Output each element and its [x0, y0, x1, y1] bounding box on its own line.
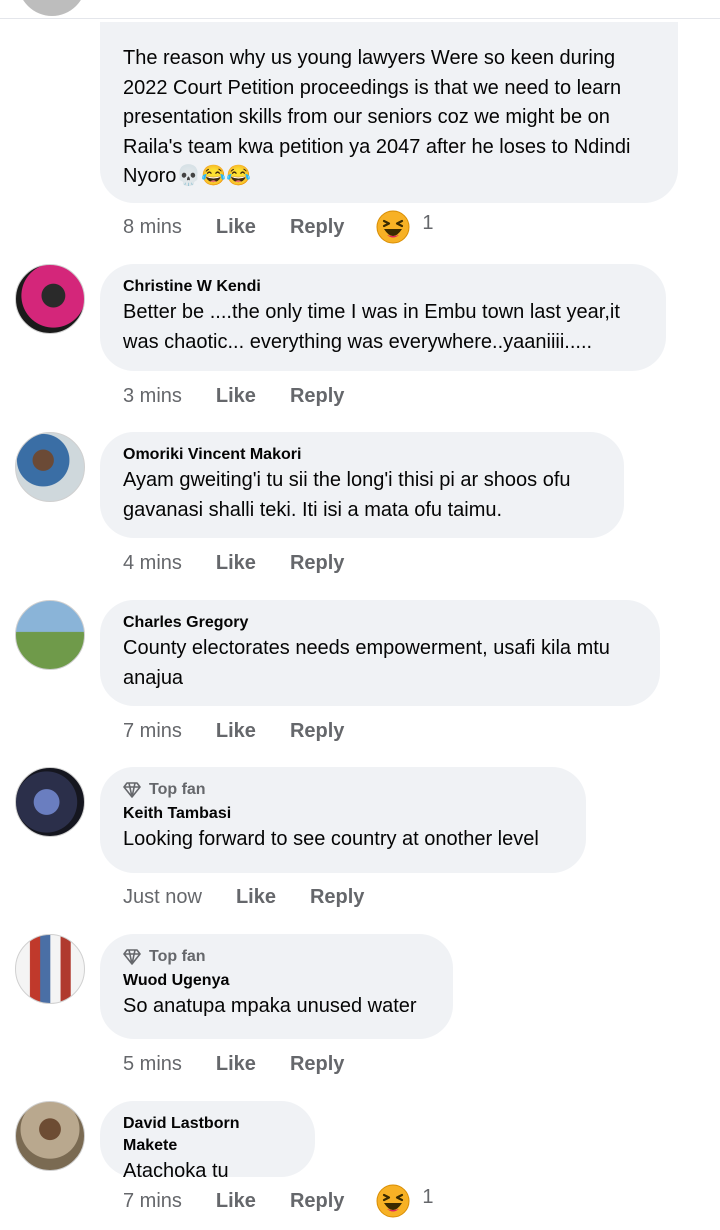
reply-button[interactable]: Reply: [290, 1053, 344, 1076]
top-divider: [0, 0, 720, 19]
author-name[interactable]: Keith Tambasi: [123, 803, 563, 825]
diamond-icon: [123, 949, 141, 965]
comment-actions: Just now Like Reply: [123, 882, 398, 912]
comment-bubble: Top fan Keith Tambasi Looking forward to…: [100, 767, 586, 873]
like-button[interactable]: Like: [216, 216, 256, 239]
reaction-count: 1: [422, 211, 434, 234]
top-fan-badge: Top fan: [123, 777, 563, 803]
comment-actions: 7 mins Like Reply 1: [123, 1184, 434, 1218]
avatar[interactable]: [15, 600, 85, 670]
laughing-face-icon: [376, 210, 410, 244]
comment-actions: 3 mins Like Reply: [123, 381, 378, 411]
comment-actions: 4 mins Like Reply: [123, 548, 378, 578]
reply-button[interactable]: Reply: [290, 720, 344, 743]
timestamp: 7 mins: [123, 1189, 182, 1212]
comment-bubble: Charles Gregory County electorates needs…: [100, 600, 660, 706]
laughing-face-icon: [376, 1184, 410, 1218]
like-button[interactable]: Like: [216, 1190, 256, 1213]
like-button[interactable]: Like: [216, 385, 256, 408]
comment-text: So anatupa mpaka unused water: [123, 995, 417, 1017]
comment-text: Looking forward to see country at onothe…: [123, 828, 539, 850]
reaction-summary[interactable]: 1: [376, 210, 434, 244]
comment-bubble: Omoriki Vincent Makori Ayam gweiting'i t…: [100, 432, 624, 538]
comment-actions: 5 mins Like Reply: [123, 1049, 378, 1079]
author-name[interactable]: Wuod Ugenya: [123, 970, 430, 992]
comment-actions: 8 mins Like Reply 1: [123, 210, 434, 244]
comment-bubble: Top fan Wuod Ugenya So anatupa mpaka unu…: [100, 934, 453, 1039]
comment-text: Ayam gweiting'i tu sii the long'i thisi …: [123, 469, 571, 521]
comment-text: Better be ....the only time I was in Emb…: [123, 301, 620, 353]
emoji: 💀😂😂: [176, 165, 252, 187]
timestamp: 4 mins: [123, 551, 182, 574]
reply-button[interactable]: Reply: [290, 216, 344, 239]
comment-bubble: David Lastborn Makete Atachoka tu: [100, 1101, 315, 1182]
author-name[interactable]: David Lastborn Makete: [123, 1113, 292, 1157]
reaction-summary[interactable]: 1: [376, 1184, 434, 1218]
author-name[interactable]: Omoriki Vincent Makori: [123, 444, 601, 466]
like-button[interactable]: Like: [216, 1053, 256, 1076]
reply-button[interactable]: Reply: [310, 886, 364, 909]
like-button[interactable]: Like: [216, 720, 256, 743]
avatar[interactable]: [15, 264, 85, 334]
comment-bubble: Christine W Kendi Better be ....the only…: [100, 264, 666, 371]
diamond-icon: [123, 782, 141, 798]
reply-button[interactable]: Reply: [290, 552, 344, 575]
comment-actions: 7 mins Like Reply: [123, 716, 378, 746]
comment-text: County electorates needs empowerment, us…: [123, 637, 610, 689]
author-name[interactable]: Christine W Kendi: [123, 276, 643, 298]
comment-text: Atachoka tu: [123, 1160, 229, 1182]
badge-label: Top fan: [149, 948, 206, 965]
reaction-count: 1: [422, 1185, 434, 1208]
avatar[interactable]: [15, 767, 85, 837]
reply-button[interactable]: Reply: [290, 1190, 344, 1213]
author-name[interactable]: Charles Gregory: [123, 612, 637, 634]
reply-button[interactable]: Reply: [290, 385, 344, 408]
timestamp: 8 mins: [123, 215, 182, 238]
like-button[interactable]: Like: [216, 552, 256, 575]
comment-bubble: The reason why us young lawyers Were so …: [100, 22, 678, 203]
top-fan-badge: Top fan: [123, 944, 430, 970]
timestamp: 7 mins: [123, 719, 182, 742]
badge-label: Top fan: [149, 781, 206, 798]
avatar[interactable]: [15, 1101, 85, 1171]
timestamp: Just now: [123, 885, 202, 908]
avatar[interactable]: [15, 432, 85, 502]
timestamp: 3 mins: [123, 384, 182, 407]
avatar[interactable]: [15, 934, 85, 1004]
like-button[interactable]: Like: [236, 886, 276, 909]
timestamp: 5 mins: [123, 1052, 182, 1075]
